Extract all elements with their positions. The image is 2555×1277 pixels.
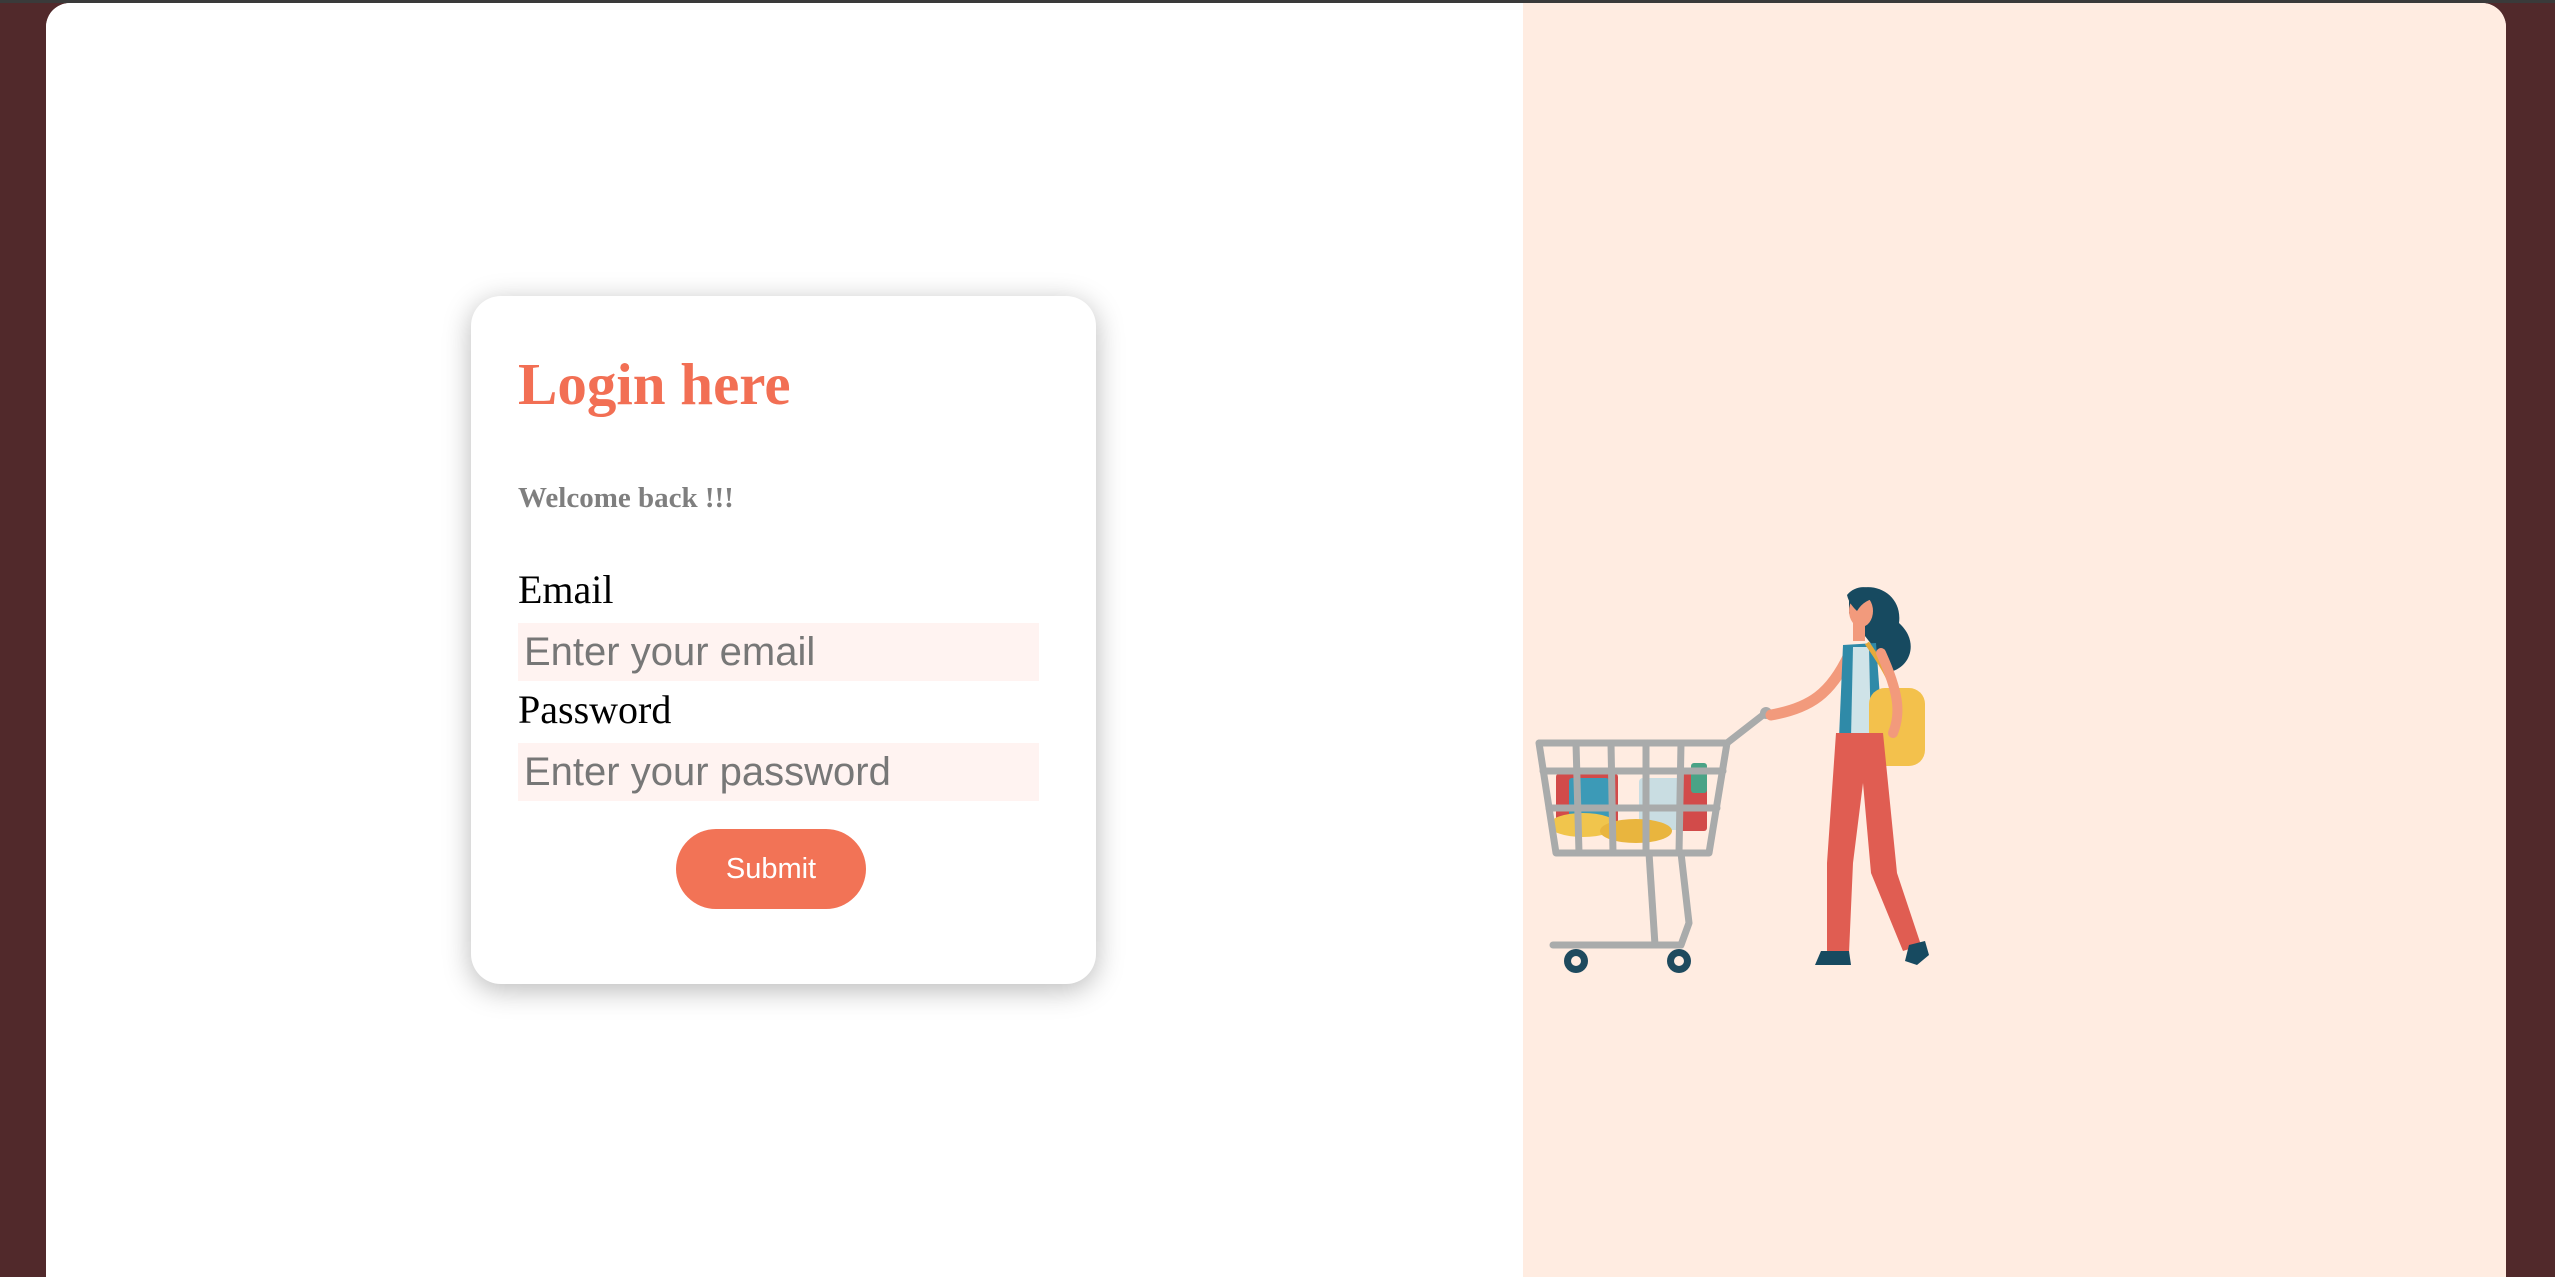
shopping-cart-woman-illustration <box>1535 587 1929 973</box>
woman-figure <box>1765 587 1929 965</box>
login-card: Login here Welcome back !!! Email Passwo… <box>471 296 1096 984</box>
password-field[interactable] <box>518 743 1039 801</box>
email-label: Email <box>518 567 614 612</box>
password-label: Password <box>518 687 672 732</box>
illustration-panel <box>1523 3 2506 1277</box>
welcome-subtitle: Welcome back !!! <box>518 482 734 514</box>
login-title: Login here <box>518 351 791 417</box>
login-panel: Login here Welcome back !!! Email Passwo… <box>46 3 1523 1277</box>
email-field[interactable] <box>518 623 1039 681</box>
cart-wheels <box>1564 949 1691 973</box>
submit-button[interactable]: Submit <box>676 829 866 909</box>
page-frame: Login here Welcome back !!! Email Passwo… <box>46 3 2506 1277</box>
